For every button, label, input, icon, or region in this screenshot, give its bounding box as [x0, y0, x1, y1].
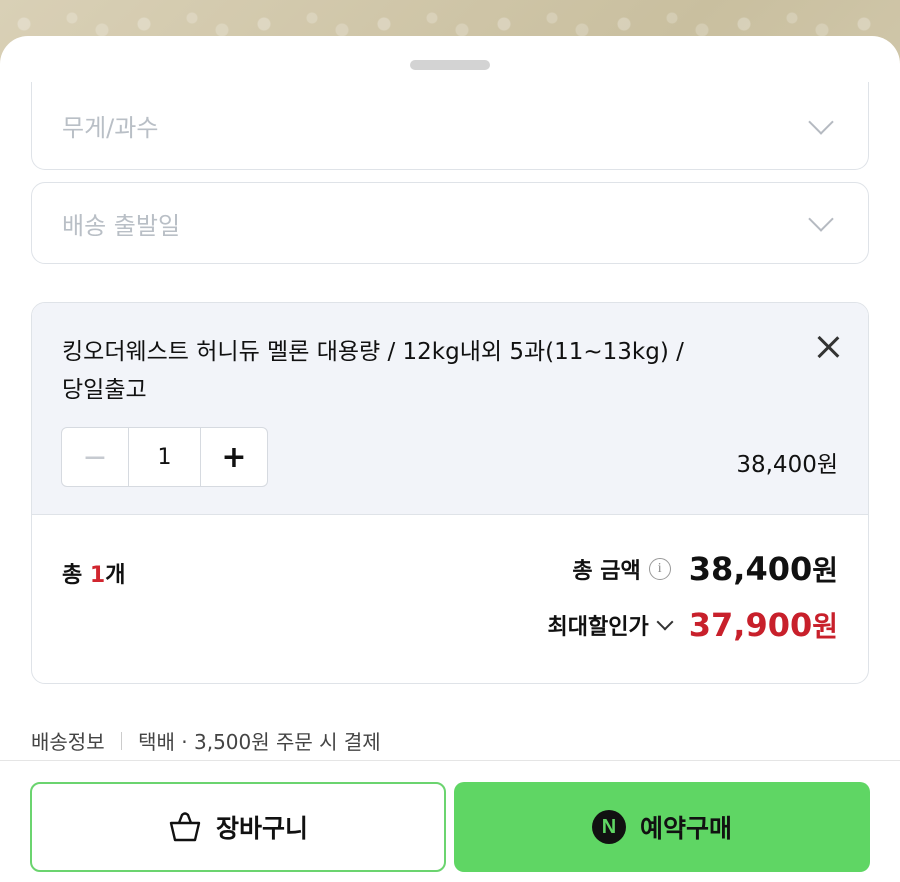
quantity-stepper: − 1 +: [61, 427, 268, 487]
selected-item: 킹오더웨스트 허니듀 멜론 대용량 / 12kg내외 5과(11~13kg) /…: [32, 303, 868, 515]
max-discount-number: 37,900: [688, 606, 813, 644]
max-discount-label: 최대할인가: [547, 615, 649, 640]
total-amount-label: 총 금액: [572, 559, 641, 584]
divider: [120, 731, 123, 750]
bottom-sheet: 무게/과수 배송 출발일 킹오더웨스트 허니듀 멜론 대용량 / 12kg내외 …: [0, 36, 900, 882]
chevron-down-icon: [808, 108, 834, 135]
shipping-info-detail: 택배 · 3,500원 주문 시 결제: [138, 730, 381, 754]
item-name: 킹오더웨스트 허니듀 멜론 대용량 / 12kg내외 5과(11~13kg) /…: [62, 333, 762, 409]
shopping-bag-icon: [169, 812, 201, 842]
order-summary-card: 킹오더웨스트 허니듀 멜론 대용량 / 12kg내외 5과(11~13kg) /…: [31, 302, 869, 684]
chevron-down-icon: [808, 206, 834, 232]
add-to-cart-button[interactable]: 장바구니: [30, 782, 446, 872]
total-amount-won: 원: [812, 554, 838, 587]
sheet-drag-handle[interactable]: [410, 60, 490, 70]
reserve-purchase-button[interactable]: N 예약구매: [454, 782, 870, 872]
shipping-info: 배송정보 택배 · 3,500원 주문 시 결제: [31, 726, 381, 755]
total-count-prefix: 총: [62, 563, 90, 588]
max-discount-row[interactable]: 최대할인가 37,900원: [548, 605, 838, 645]
total-amount-number: 38,400: [688, 550, 813, 588]
item-name-line1: 킹오더웨스트 허니듀 멜론 대용량 / 12kg내외 5과(11~13kg) /: [62, 339, 684, 365]
info-icon[interactable]: i: [648, 558, 671, 580]
divider: [0, 760, 900, 761]
item-name-line2: 당일출고: [62, 377, 147, 403]
weight-select[interactable]: 무게/과수: [31, 82, 869, 170]
ship-date-select[interactable]: 배송 출발일: [31, 182, 869, 264]
max-discount-value: 37,900원: [689, 605, 838, 645]
decrease-quantity-button[interactable]: −: [62, 428, 129, 486]
remove-item-close-icon[interactable]: [816, 335, 840, 359]
total-count: 총 1개: [62, 557, 125, 589]
item-price: 38,400원: [736, 452, 838, 478]
ship-date-select-placeholder: 배송 출발일: [62, 211, 181, 240]
naver-pay-icon: N: [591, 810, 626, 844]
reserve-purchase-label: 예약구매: [639, 814, 732, 843]
shipping-info-label: 배송정보: [31, 730, 105, 754]
add-to-cart-label: 장바구니: [215, 814, 308, 843]
increase-quantity-button[interactable]: +: [200, 428, 267, 486]
max-discount-won: 원: [812, 610, 838, 643]
weight-select-placeholder: 무게/과수: [62, 114, 159, 142]
total-amount-row: 총 금액 i 38,400원: [572, 549, 838, 589]
chevron-down-icon[interactable]: [656, 613, 674, 631]
total-count-number: 1: [89, 563, 106, 588]
quantity-value[interactable]: 1: [129, 428, 200, 486]
total-count-suffix: 개: [105, 563, 126, 588]
total-amount-value: 38,400원: [689, 549, 838, 589]
